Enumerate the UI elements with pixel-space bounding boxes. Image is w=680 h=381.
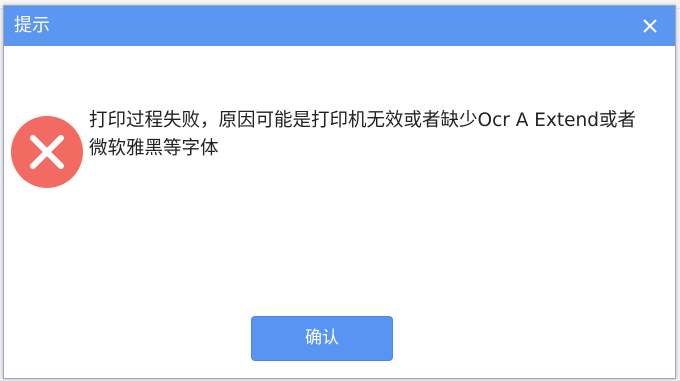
error-message: 打印过程失败，原因可能是打印机无效或者缺少Ocr A Extend或者微软雅黑等… <box>89 110 636 159</box>
dialog-title: 提示 <box>14 15 50 36</box>
dialog-body: 打印过程失败，原因可能是打印机无效或者缺少Ocr A Extend或者微软雅黑等… <box>4 46 675 378</box>
dialog-titlebar: 提示 <box>4 6 675 46</box>
close-icon <box>643 19 657 33</box>
confirm-button[interactable]: 确认 <box>251 316 393 361</box>
error-circle-x-icon <box>11 116 83 188</box>
alert-dialog: 提示 打印过程失败，原因可能是打印机无效或者缺少Ocr A Extend或者微软… <box>3 5 676 379</box>
close-button[interactable] <box>625 6 675 46</box>
